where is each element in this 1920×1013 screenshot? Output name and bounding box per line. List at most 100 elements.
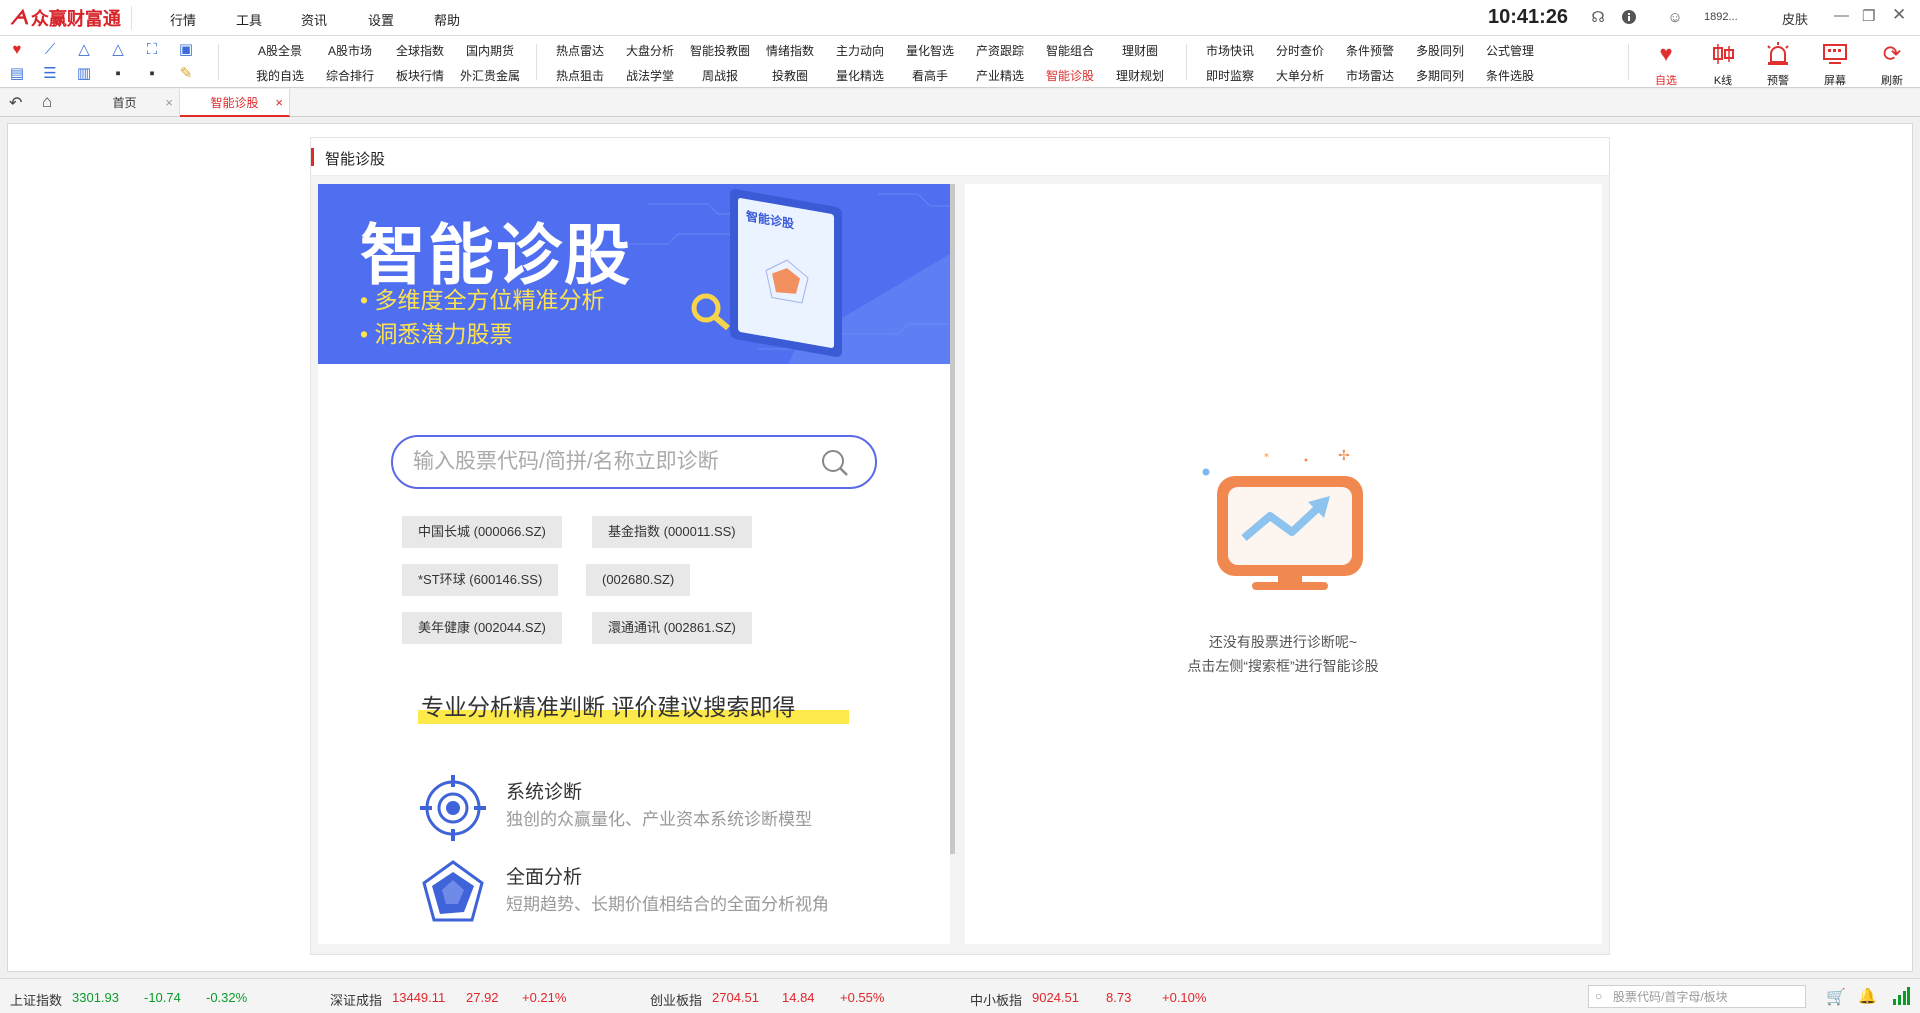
recent-stock-chip[interactable]: 美年健康 (002044.SZ)	[402, 612, 562, 644]
watchlist-button[interactable]: ♥ 自选	[1646, 42, 1686, 88]
feature-title: 系统诊断	[506, 782, 583, 803]
menu-tools[interactable]: 工具	[236, 10, 262, 29]
back-icon[interactable]: ↶	[9, 93, 22, 113]
add-window-icon[interactable]: ▤	[7, 64, 27, 84]
tb-intraday-price[interactable]: 分时查价	[1276, 42, 1324, 59]
recent-stock-chip[interactable]: *ST环球 (600146.SS)	[402, 564, 559, 596]
menu-settings[interactable]: 设置	[368, 10, 394, 29]
save-as-icon[interactable]: ▪	[142, 64, 162, 84]
tb-hotspot-radar[interactable]: 热点雷达	[556, 42, 604, 59]
tb-my-watchlist[interactable]: 我的自选	[256, 67, 304, 84]
tb-hotspot-snipe[interactable]: 热点狙击	[556, 67, 604, 84]
quick-search-box[interactable]: ○	[1588, 985, 1806, 1008]
tb-a-share-overview[interactable]: A股全景	[258, 42, 302, 59]
logo-text: 众赢财富通	[30, 9, 121, 29]
tb-smart-portfolio[interactable]: 智能组合	[1046, 42, 1094, 59]
tb-smart-diagnosis[interactable]: 智能诊股	[1046, 67, 1094, 84]
add-indicator-icon[interactable]: △	[74, 40, 94, 60]
screen-button[interactable]: 屏幕	[1815, 42, 1855, 88]
headset-icon[interactable]: ☊	[1589, 9, 1607, 27]
skin-button[interactable]: 皮肤	[1782, 9, 1808, 28]
close-icon[interactable]: ✕	[1892, 5, 1906, 25]
tb-live-monitor[interactable]: 即时监察	[1206, 67, 1254, 84]
stock-search-box[interactable]	[391, 435, 877, 489]
remove-indicator-icon[interactable]: △	[108, 40, 128, 60]
restore-icon[interactable]: ❐	[1862, 7, 1875, 25]
menu-quotes[interactable]: 行情	[170, 10, 196, 29]
tb-capital-tracking[interactable]: 产资跟踪	[976, 42, 1024, 59]
quick-search-input[interactable]	[1613, 988, 1803, 1006]
search-icon[interactable]	[821, 449, 849, 477]
cart-icon[interactable]: 🛒	[1826, 987, 1846, 1007]
tb-ranking[interactable]: 综合排行	[326, 67, 374, 84]
tb-education-circle[interactable]: 投教圈	[772, 67, 808, 84]
tb-formula-manage[interactable]: 公式管理	[1486, 42, 1534, 59]
stock-search-input[interactable]	[413, 447, 813, 477]
tb-condition-pick[interactable]: 条件选股	[1486, 67, 1534, 84]
tb-block-order[interactable]: 大单分析	[1276, 67, 1324, 84]
bell-icon[interactable]: 🔔	[1858, 987, 1877, 1005]
user-avatar-icon[interactable]: ☺	[1666, 9, 1684, 27]
tb-finance-circle[interactable]: 理财圈	[1122, 42, 1158, 59]
index-name[interactable]: 上证指数	[10, 990, 62, 1009]
left-scrollbar[interactable]	[950, 184, 955, 854]
menu-news[interactable]: 资讯	[301, 10, 327, 29]
window-search-icon[interactable]: ▣	[176, 40, 196, 60]
index-change: -10.74	[144, 990, 181, 1005]
tb-market-radar[interactable]: 市场雷达	[1346, 67, 1394, 84]
slogan: 专业分析精准判断 评价建议搜索即得	[418, 686, 849, 724]
info-icon[interactable]	[1620, 9, 1638, 27]
kline-button[interactable]: K线	[1703, 42, 1743, 88]
tb-industry-picks[interactable]: 产业精选	[976, 67, 1024, 84]
index-name[interactable]: 深证成指	[330, 990, 382, 1009]
alert-button[interactable]: 预警	[1758, 42, 1798, 88]
layout-columns-icon[interactable]: ▥	[74, 64, 94, 84]
refresh-icon: ⟳	[1882, 41, 1902, 66]
tb-multi-period[interactable]: 多期同列	[1416, 67, 1464, 84]
tb-ai-education[interactable]: 智能投教圈	[690, 42, 750, 59]
recent-stock-chip[interactable]: 中国长城 (000066.SZ)	[402, 516, 562, 548]
tab-close-icon[interactable]: ×	[275, 89, 283, 117]
empty-state-text: 还没有股票进行诊断呢~	[1208, 634, 1358, 650]
refresh-button[interactable]: ⟳ 刷新	[1872, 42, 1912, 88]
tb-finance-planning[interactable]: 理财规划	[1116, 67, 1164, 84]
tb-quant-select[interactable]: 量化智选	[906, 42, 954, 59]
feature-title: 全面分析	[506, 867, 583, 888]
layout-rows-icon[interactable]: ☰	[40, 64, 60, 84]
minimize-icon[interactable]: —	[1834, 7, 1849, 24]
index-change: 8.73	[1106, 990, 1132, 1005]
recent-stock-chip[interactable]: 澴通通讯 (002861.SZ)	[592, 612, 752, 644]
tb-multi-stock[interactable]: 多股同列	[1416, 42, 1464, 59]
menu-help[interactable]: 帮助	[434, 10, 460, 29]
tb-market-analysis[interactable]: 大盘分析	[626, 42, 674, 59]
index-value: 2704.51	[712, 990, 759, 1005]
empty-state-monitor-icon: * ✢	[1202, 448, 1363, 590]
tb-weekly-report[interactable]: 周战报	[702, 67, 738, 84]
recent-stock-chip[interactable]: 基金指数 (000011.SS)	[592, 516, 752, 548]
tb-condition-alert[interactable]: 条件预警	[1346, 42, 1394, 59]
crop-icon[interactable]: ⛶	[142, 40, 162, 60]
draw-line-icon[interactable]: ⟋	[40, 40, 60, 60]
tb-quant-picks[interactable]: 量化精选	[836, 67, 884, 84]
home-icon[interactable]: ⌂	[42, 92, 52, 112]
tab-close-icon[interactable]: ×	[165, 89, 173, 117]
tb-sentiment-index[interactable]: 情绪指数	[766, 42, 814, 59]
pencil-icon[interactable]: ✎	[176, 64, 196, 84]
tb-sector-quotes[interactable]: 板块行情	[396, 67, 444, 84]
recent-stock-chip[interactable]: (002680.SZ)	[586, 564, 691, 596]
tb-market-flash[interactable]: 市场快讯	[1206, 42, 1254, 59]
index-name[interactable]: 创业板指	[650, 990, 702, 1009]
tb-domestic-futures[interactable]: 国内期货	[466, 42, 514, 59]
tab-home[interactable]: 首页 ×	[70, 89, 180, 117]
tb-forex-metals[interactable]: 外汇贵金属	[460, 67, 520, 84]
tb-experts[interactable]: 看高手	[912, 67, 948, 84]
tb-main-force[interactable]: 主力动向	[836, 42, 884, 59]
tb-strategy-school[interactable]: 战法学堂	[626, 67, 674, 84]
index-name[interactable]: 中小板指	[970, 990, 1022, 1009]
tb-a-share-market[interactable]: A股市场	[328, 42, 372, 59]
save-icon[interactable]: ▪	[108, 64, 128, 84]
user-name[interactable]: 1892...	[1704, 11, 1738, 23]
tb-global-index[interactable]: 全球指数	[396, 42, 444, 59]
tab-smart-diagnosis[interactable]: 智能诊股 ×	[180, 89, 290, 117]
favorite-heart-icon[interactable]: ♥	[7, 40, 27, 60]
